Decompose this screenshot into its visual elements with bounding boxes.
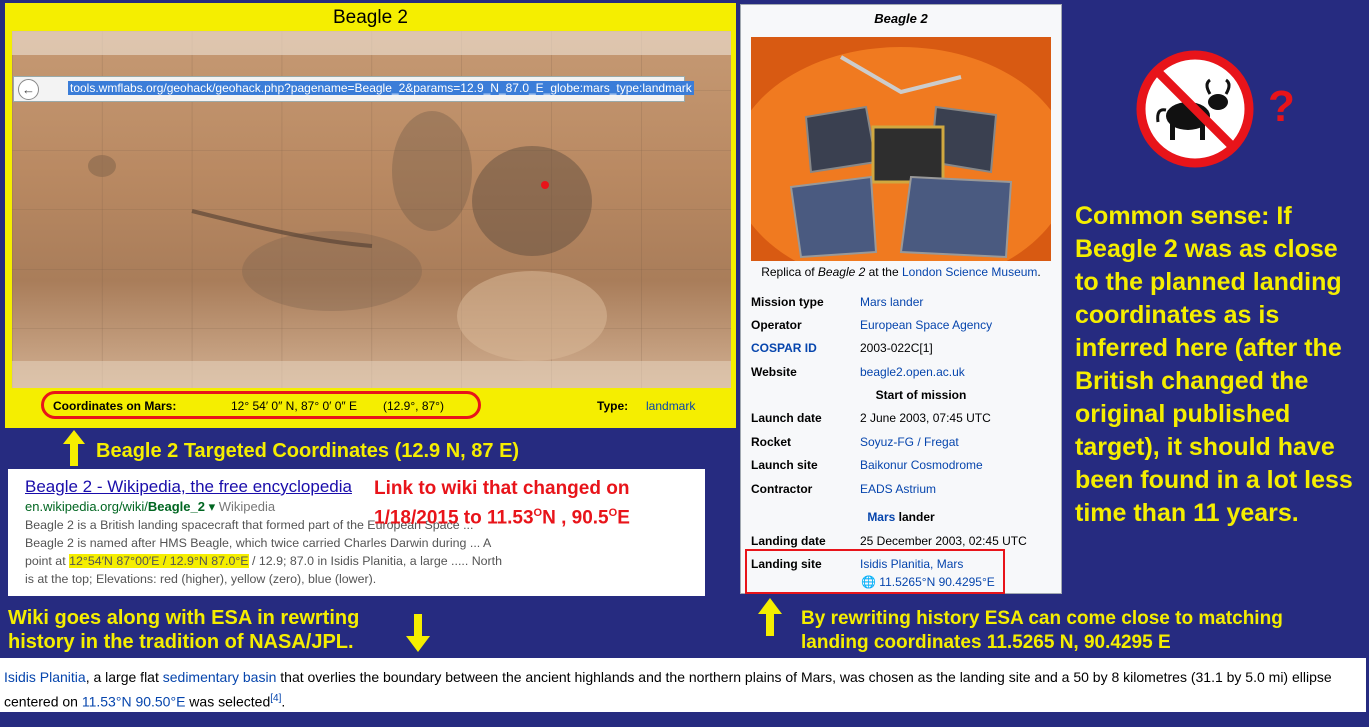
excerpt-link-isidis[interactable]: Isidis Planitia (4, 669, 86, 685)
url-prefix: en.wikipedia.org/wiki/ (25, 499, 148, 514)
mars-header-link[interactable]: Mars (867, 510, 895, 524)
caption-prefix: Replica of (761, 265, 818, 279)
coords-decimal: (12.9°, 87°) (383, 399, 444, 413)
back-arrow-icon[interactable]: ← (18, 79, 39, 100)
rewriting-line-1: By rewriting history ESA can come close … (801, 608, 1283, 629)
landing-coords[interactable]: 🌐 11.5265°N 90.4295°E (861, 575, 995, 589)
caption-link[interactable]: London Science Museum (902, 265, 1037, 279)
excerpt-text-3: was selected (185, 693, 271, 710)
label-landing-date: Landing date (751, 534, 826, 548)
wikipedia-infobox: Beagle 2 Replica of Beagle 2 at the Lond… (740, 4, 1062, 594)
wiki-esa-line-2: history in the tradition of NASA/JPL. (8, 631, 354, 653)
value-landing-site[interactable]: Isidis Planitia, Mars (860, 557, 963, 571)
rewriting-line-2: landing coordinates 11.5265 N, 90.4295 E (801, 632, 1171, 653)
coordinates-row: Coordinates on Mars: 12° 54′ 0″ N, 87° 0… (5, 391, 736, 421)
snippet-line-2: Beagle 2 is named after HMS Beagle, whic… (25, 536, 492, 550)
snippet-line-3: point at 12°54′N 87°00′E / 12.9°N 87.0°E… (25, 552, 530, 570)
map-panel: Beagle 2 ← tools.wmflabs.org/geohack/geo… (5, 3, 736, 428)
label-launch-site: Launch site (751, 458, 818, 472)
up-arrow-icon-2 (758, 598, 782, 636)
snippet-line-4: is at the top; Elevations: red (higher),… (25, 572, 377, 586)
mars-header-rest: lander (895, 510, 935, 524)
link-note: Link to wiki that changed on 1/18/2015 t… (374, 477, 694, 530)
excerpt-link-coords[interactable]: 11.53°N 90.50°E (82, 694, 186, 710)
start-of-mission-header: Start of mission (875, 388, 967, 402)
mars-lander-header: Mars lander (741, 510, 1061, 524)
replica-graphic (751, 37, 1051, 261)
label-landing-site: Landing site (751, 557, 822, 571)
value-landing-date: 25 December 2003, 02:45 UTC (860, 534, 1027, 548)
link-note-part-a: 1/18/2015 to 11.53 (374, 507, 534, 529)
type-value[interactable]: landmark (646, 399, 695, 413)
line3-post: / 12.9; 87.0 in Isidis Planitia, a large… (248, 554, 503, 568)
label-website: Website (751, 365, 797, 379)
rewriting-note: By rewriting history ESA can come close … (801, 607, 1283, 655)
link-note-part-c: E (617, 507, 630, 529)
label-contractor: Contractor (751, 482, 813, 496)
search-result-title[interactable]: Beagle 2 - Wikipedia, the free encyclope… (25, 477, 352, 497)
up-arrow-icon (63, 430, 85, 466)
value-launch-date: 2 June 2003, 07:45 UTC (860, 411, 991, 425)
wiki-excerpt-text: Isidis Planitia, a large flat sedimentar… (4, 666, 1359, 713)
browser-address-bar[interactable]: ← tools.wmflabs.org/geohack/geohack.php?… (13, 76, 694, 102)
line3-pre: point at (25, 554, 70, 568)
infobox-caption: Replica of Beagle 2 at the London Scienc… (741, 265, 1061, 279)
search-result-url[interactable]: en.wikipedia.org/wiki/Beagle_2 ▾ Wikiped… (25, 499, 275, 515)
caption-end: . (1037, 265, 1041, 279)
label-operator: Operator (751, 318, 802, 332)
link-note-line-2: 1/18/2015 to 11.53ON , 90.5OE (374, 507, 630, 529)
coords-value: 12° 54′ 0″ N, 87° 0′ 0″ E (231, 399, 357, 413)
wiki-excerpt-bar: Isidis Planitia, a large flat sedimentar… (0, 658, 1366, 712)
no-bull-sign-icon (1136, 50, 1254, 168)
beagle-replica-photo (751, 37, 1051, 261)
link-note-part-b: N , 90.5 (542, 507, 609, 529)
infobox-title: Beagle 2 (874, 11, 928, 26)
type-label: Type: (597, 399, 629, 413)
value-operator[interactable]: European Space Agency (860, 318, 992, 332)
excerpt-text-1: , a large flat (85, 669, 163, 685)
coords-label: Coordinates on Mars: (53, 399, 177, 413)
label-mission-type: Mission type (751, 295, 824, 309)
value-contractor[interactable]: EADS Astrium (860, 482, 936, 496)
value-mission-type[interactable]: Mars lander (860, 295, 923, 309)
value-launch-site[interactable]: Baikonur Cosmodrome (860, 458, 983, 472)
wiki-esa-note: Wiki goes along with ESA in rewrting his… (8, 606, 359, 654)
caption-mid: at the (865, 265, 902, 279)
line3-highlight: 12°54′N 87°00′E / 12.9°N 87.0°E (69, 554, 249, 568)
down-arrow-icon (406, 614, 430, 652)
excerpt-link-basin[interactable]: sedimentary basin (163, 669, 277, 685)
url-suffix: Wikipedia (215, 499, 276, 514)
label-rocket: Rocket (751, 435, 792, 449)
common-sense-note: Common sense: If Beagle 2 was as close t… (1075, 202, 1353, 527)
targeted-coordinates-note: Beagle 2 Targeted Coordinates (12.9 N, 8… (96, 440, 520, 462)
link-note-line-1: Link to wiki that changed on (374, 478, 630, 499)
value-rocket[interactable]: Soyuz-FG / Fregat (860, 435, 959, 449)
url-bold: Beagle_2 (147, 499, 205, 514)
map-title: Beagle 2 (332, 7, 408, 28)
search-result-box: Beagle 2 - Wikipedia, the free encyclope… (8, 469, 705, 596)
value-cospar: 2003-022C[1] (860, 341, 933, 355)
label-cospar[interactable]: COSPAR ID (751, 341, 817, 355)
excerpt-end: . (281, 693, 286, 710)
caption-italic: Beagle 2 (817, 265, 866, 279)
value-website[interactable]: beagle2.open.ac.uk (860, 365, 965, 379)
landing-coords-text[interactable]: 11.5265°N 90.4295°E (879, 575, 994, 589)
question-mark: ? (1268, 82, 1295, 131)
excerpt-ref[interactable]: [4] (270, 693, 281, 704)
address-url[interactable]: tools.wmflabs.org/geohack/geohack.php?pa… (68, 81, 694, 95)
label-launch-date: Launch date (751, 411, 822, 425)
globe-icon: 🌐 (861, 575, 876, 589)
wiki-esa-line-1: Wiki goes along with ESA in rewrting (8, 607, 360, 629)
